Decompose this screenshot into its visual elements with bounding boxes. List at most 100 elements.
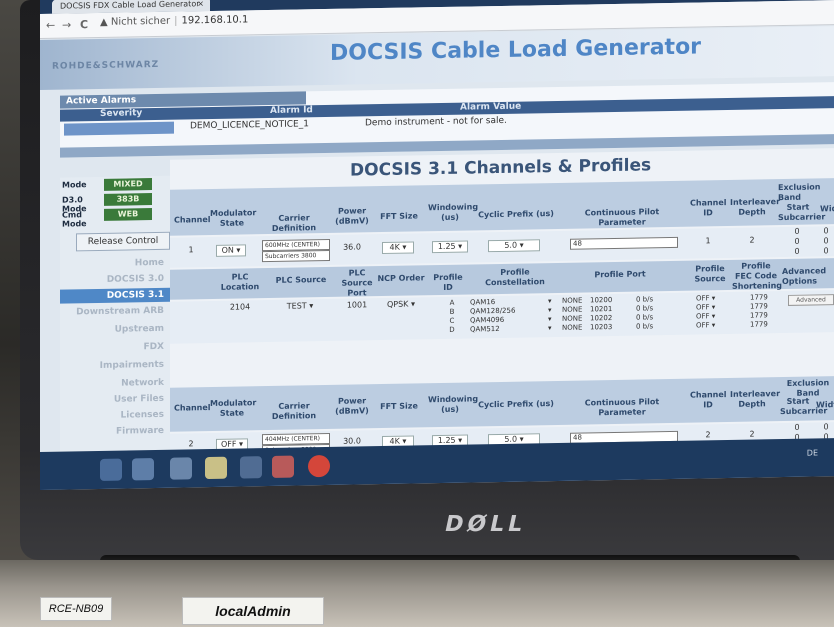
url-field[interactable]: ▲ Nicht sicher | 192.168.10.1 xyxy=(100,14,248,28)
fec-value[interactable]: 1779 xyxy=(750,320,778,329)
profile-port[interactable]: 10203 xyxy=(590,323,620,333)
mode-badge: MIXED xyxy=(104,178,152,191)
channel-id-value[interactable]: 2 xyxy=(690,430,726,440)
menu-network[interactable]: Network xyxy=(60,376,170,392)
profile-source-value: OFF xyxy=(696,312,710,321)
hdr-start-subcarrier: Start Subcarrier xyxy=(778,202,826,223)
profile-port-list: 10200 10201 10202 10203 xyxy=(590,296,620,333)
main-content: DOCSIS 3.1 Channels & Profiles Channel M… xyxy=(170,148,834,488)
reload-icon[interactable]: C xyxy=(80,18,88,31)
constellation-value: QAM512 xyxy=(470,324,500,334)
fec-value[interactable]: 1779 xyxy=(750,302,778,311)
hdr-interleaver-depth: Interleaver Depth xyxy=(730,389,781,409)
profile-source-value: OFF xyxy=(696,303,710,312)
page-title: DOCSIS Cable Load Generator xyxy=(330,34,702,66)
profile-port-src: NONE xyxy=(562,323,583,332)
hdr-width: Width xyxy=(820,203,834,214)
explorer-icon[interactable] xyxy=(132,458,154,481)
profile-id-list: A B C D xyxy=(446,299,458,335)
constellation-value: QAM4096 xyxy=(470,315,505,325)
app-icon[interactable] xyxy=(240,456,262,479)
profile-id: A xyxy=(449,298,455,307)
power-value[interactable]: 30.0 xyxy=(334,436,370,446)
menu-licenses[interactable]: Licenses xyxy=(60,408,170,424)
carrier-subcarriers-field[interactable]: Subcarriers 3800 xyxy=(262,249,330,263)
fec-value[interactable]: 1779 xyxy=(750,311,778,320)
folder-icon[interactable] xyxy=(205,456,227,480)
hdr-exclusion-band: Exclusion Band xyxy=(778,182,821,203)
excl-start-2[interactable]: 0 xyxy=(782,237,812,247)
fec-value[interactable]: 1779 xyxy=(750,293,778,302)
d30-mode-badge: 383B xyxy=(104,193,152,206)
excl-width-3[interactable]: 0 xyxy=(818,246,834,255)
menu-docsis-31[interactable]: DOCSIS 3.1 xyxy=(60,287,170,304)
severity-indicator xyxy=(64,121,174,136)
channel-id-value[interactable]: 1 xyxy=(690,236,726,246)
modulator-state-value: ON xyxy=(221,245,234,255)
tab-close-icon[interactable]: × xyxy=(197,0,204,11)
hdr-fft-size: FFT Size xyxy=(380,401,418,412)
back-arrow-icon[interactable]: ← xyxy=(46,19,55,32)
hdr-width: Width xyxy=(816,399,834,410)
hdr-plc-source-port: PLC Source Port xyxy=(341,268,373,298)
interleaver-value[interactable]: 2 xyxy=(738,235,766,245)
app-icon[interactable] xyxy=(170,457,192,480)
start-icon[interactable] xyxy=(100,458,122,481)
profile-id: B xyxy=(449,307,455,316)
fft-size-select[interactable]: 4K ▾ xyxy=(382,241,414,255)
profile-source-select[interactable]: OFF ▾ xyxy=(696,321,730,331)
cyclic-prefix-value: 5.0 xyxy=(504,434,518,444)
hdr-profile-id: Profile ID xyxy=(433,272,463,292)
advanced-button[interactable]: Advanced xyxy=(788,294,834,306)
excl-start-1[interactable]: 0 xyxy=(782,423,812,433)
hdr-carrier-definition: Carrier Definition xyxy=(271,401,317,421)
release-control-button[interactable]: Release Control xyxy=(76,231,170,252)
language-indicator[interactable]: DE xyxy=(807,448,818,457)
security-warning[interactable]: ▲ Nicht sicher xyxy=(100,16,170,28)
menu-downstream-arb[interactable]: Downstream ARB xyxy=(60,304,170,320)
excl-start-3[interactable]: 0 xyxy=(782,247,812,257)
excl-start-1[interactable]: 0 xyxy=(782,227,812,237)
pilot-field[interactable]: 48 xyxy=(570,236,678,250)
menu-upstream[interactable]: Upstream xyxy=(60,322,170,338)
username-sticker: localAdmin xyxy=(182,597,324,625)
constellation-select[interactable]: QAM512 xyxy=(470,324,544,334)
col-severity: Severity xyxy=(100,108,143,119)
interleaver-value[interactable]: 2 xyxy=(738,429,766,439)
menu-docsis-30[interactable]: DOCSIS 3.0 xyxy=(60,272,170,288)
windowing-value: 1.25 xyxy=(437,435,456,446)
menu-fdx[interactable]: FDX xyxy=(60,340,170,356)
mode-label: Mode xyxy=(62,180,87,190)
power-value[interactable]: 36.0 xyxy=(334,242,370,252)
profile-source-value: OFF xyxy=(696,321,710,330)
url-text: 192.168.10.1 xyxy=(181,14,249,27)
modulator-state-select[interactable]: ON ▾ xyxy=(216,244,246,257)
menu-user-files[interactable]: User Files xyxy=(60,392,170,408)
menu-firmware[interactable]: Firmware xyxy=(60,424,170,440)
plc-location-value[interactable]: 2104 xyxy=(220,302,260,312)
tab-title: DOCSIS FDX Cable Load Generator xyxy=(60,0,200,11)
laptop-screen: DOCSIS FDX Cable Load Generator × ← → C … xyxy=(40,0,834,490)
asset-tag-sticker: RCE-NB09 xyxy=(40,597,112,621)
menu-home[interactable]: Home xyxy=(60,256,170,272)
excl-width-1[interactable]: 0 xyxy=(818,422,834,431)
menu-impairments[interactable]: Impairments xyxy=(60,358,170,374)
forward-arrow-icon[interactable]: → xyxy=(62,18,71,31)
hdr-ncp-order: NCP Order xyxy=(377,273,425,284)
fft-size-value: 4K xyxy=(389,242,400,252)
plc-source-port-value[interactable]: 1001 xyxy=(340,300,374,310)
cyclic-prefix-select[interactable]: 5.0 ▾ xyxy=(488,239,540,253)
plc-source-select[interactable]: TEST ▾ xyxy=(270,301,330,311)
alarm-id: DEMO_LICENCE_NOTICE_1 xyxy=(190,119,309,132)
chrome-icon[interactable] xyxy=(308,454,330,478)
hdr-cyclic-prefix: Cyclic Prefix (us) xyxy=(478,209,554,220)
windowing-value: 1.25 xyxy=(437,241,456,252)
excl-width-1[interactable]: 0 xyxy=(818,226,834,235)
profile-id: D xyxy=(449,325,455,334)
windowing-select[interactable]: 1.25 ▾ xyxy=(432,240,468,254)
media-icon[interactable] xyxy=(272,455,294,478)
ncp-order-select[interactable]: QPSK ▾ xyxy=(376,299,426,309)
profile-rate: 0 b/s xyxy=(636,322,654,331)
excl-width-2[interactable]: 0 xyxy=(818,236,834,245)
col-alarm-value: Alarm Value xyxy=(460,101,522,113)
